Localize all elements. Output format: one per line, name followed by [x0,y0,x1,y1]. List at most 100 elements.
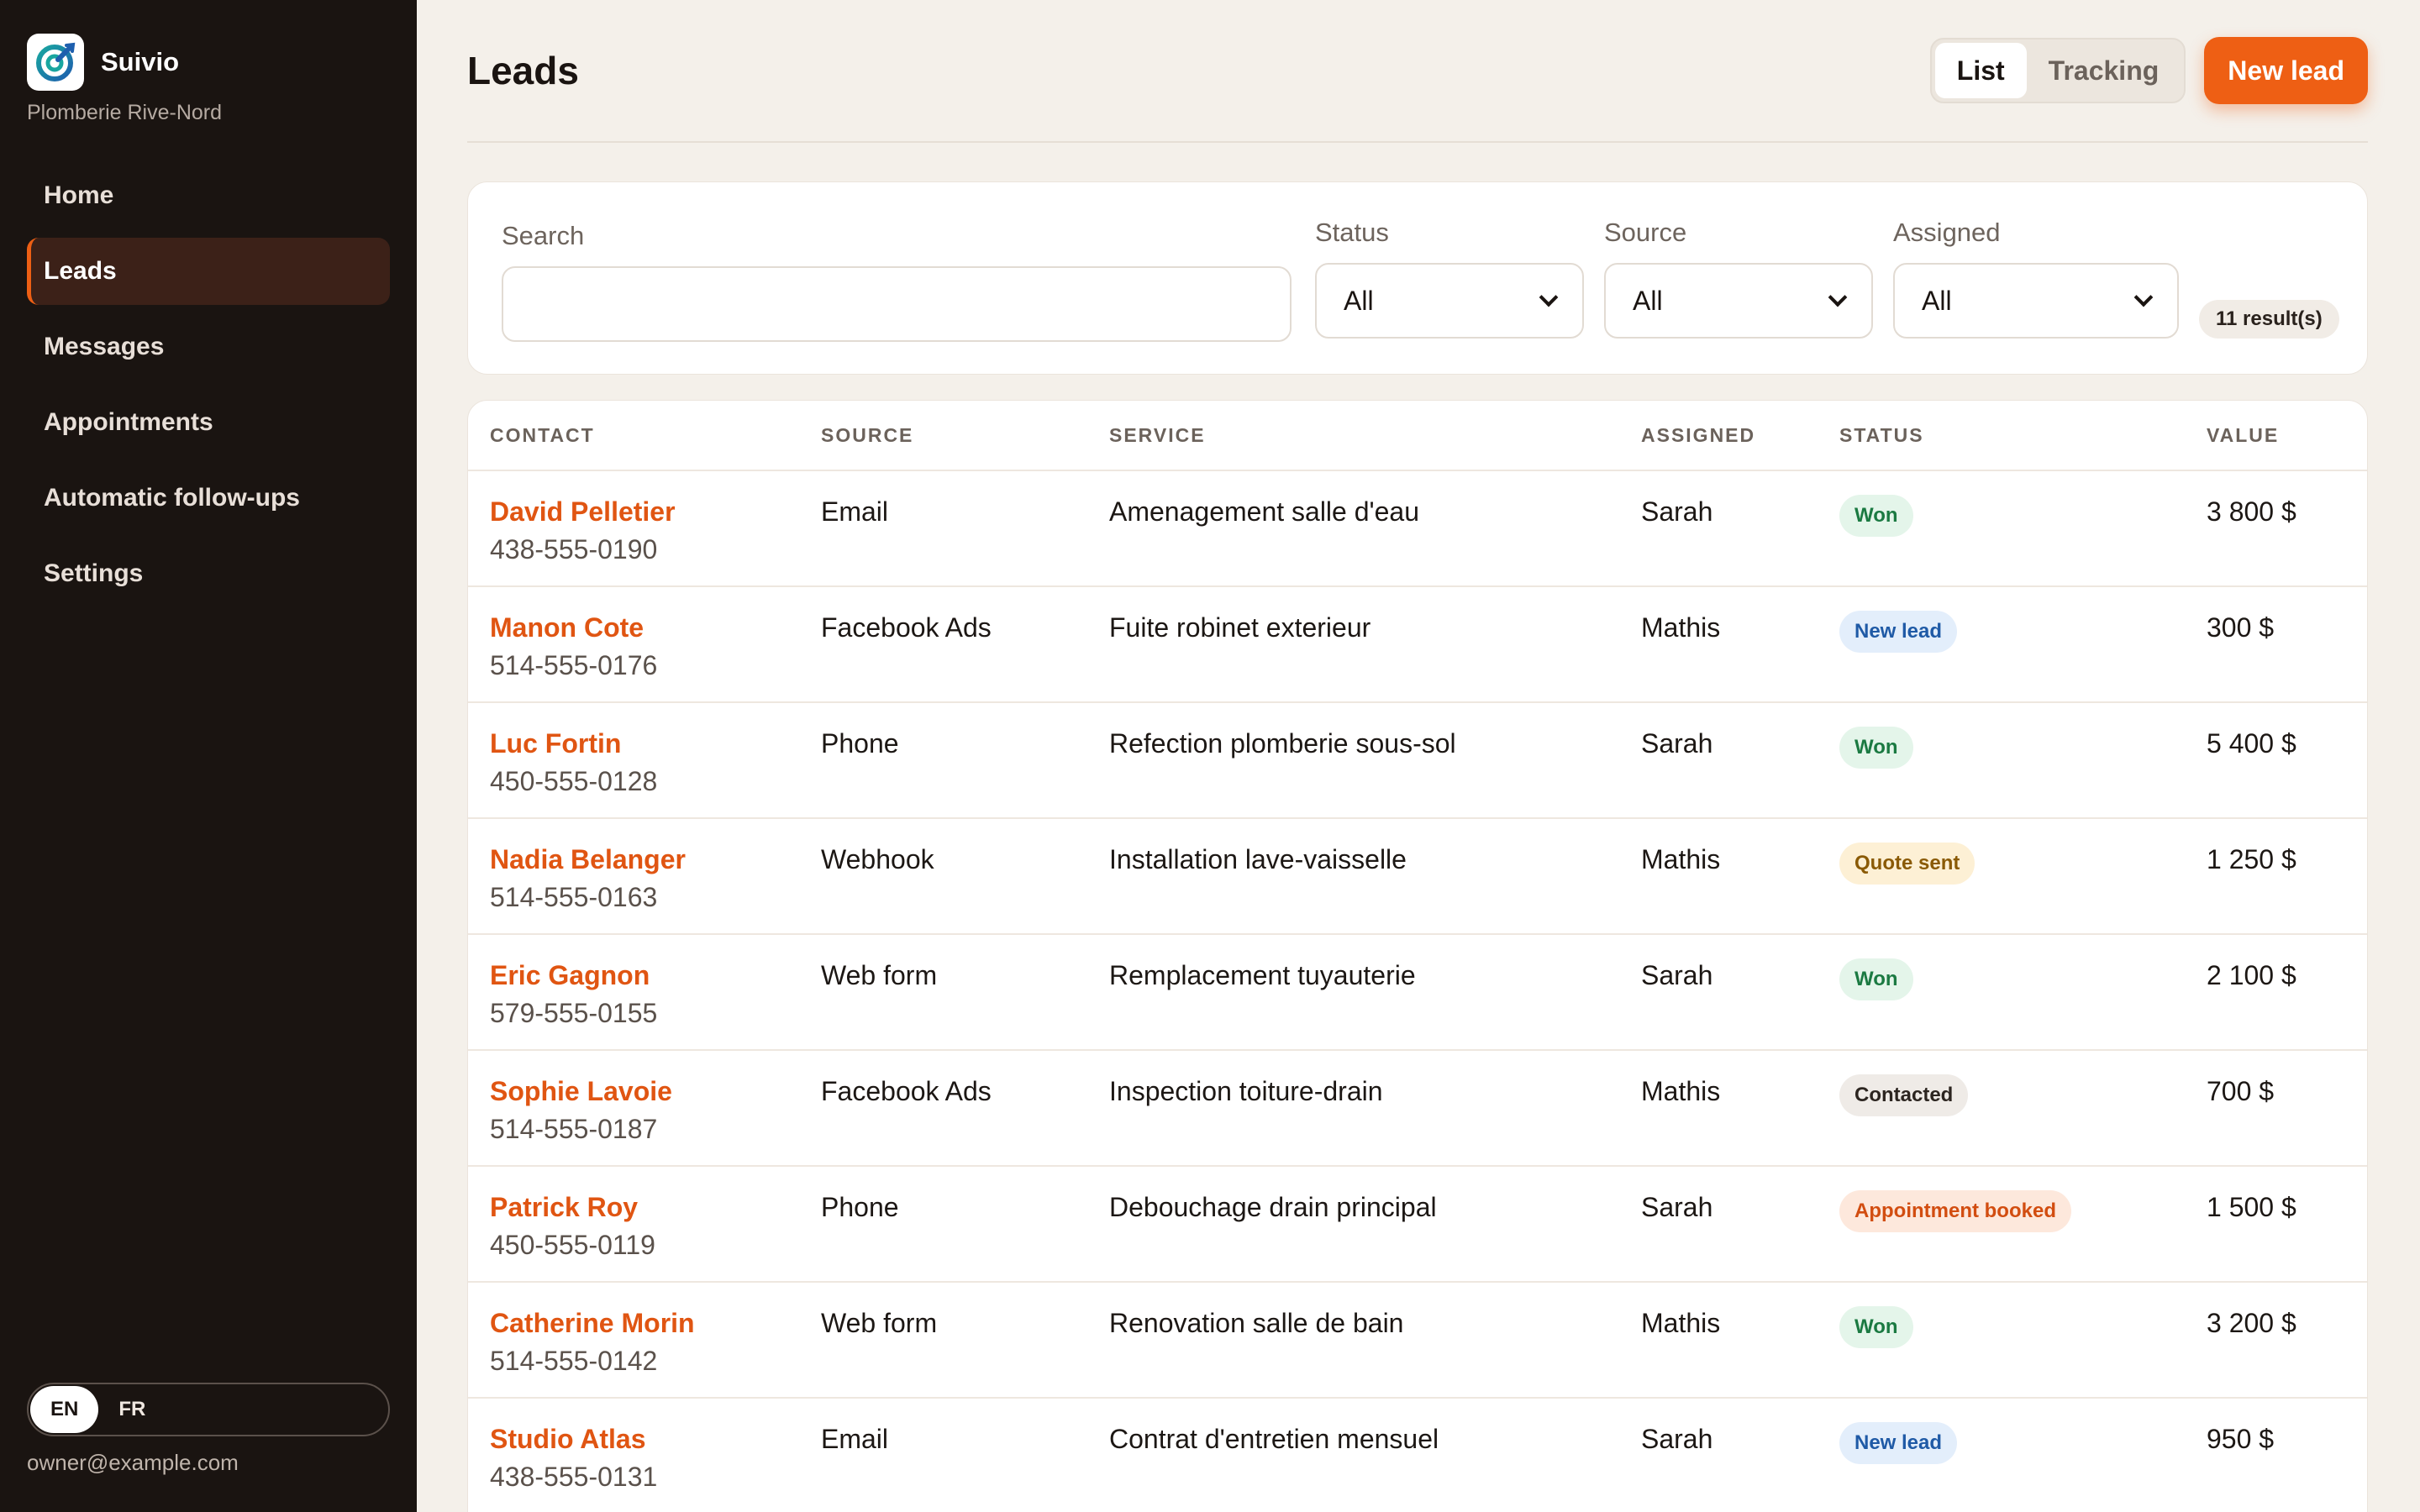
contact-name-link[interactable]: Patrick Roy [490,1192,655,1223]
contact-name-link[interactable]: Nadia Belanger [490,844,686,875]
chevron-down-icon [1539,287,1559,307]
contact-cell: Patrick Roy 450-555-0119 [490,1192,655,1261]
column-header-assigned[interactable]: ASSIGNED [1641,424,1755,447]
assigned-cell: Sarah [1641,1192,1713,1222]
suivio-logo-icon [27,34,84,91]
new-lead-button[interactable]: New lead [2204,37,2368,104]
column-header-contact[interactable]: CONTACT [490,424,595,447]
contact-cell: Luc Fortin 450-555-0128 [490,728,657,797]
contact-cell: Nadia Belanger 514-555-0163 [490,844,686,913]
sidebar-item-settings[interactable]: Settings [27,540,390,607]
service-cell: Installation lave-vaisselle [1109,844,1407,874]
source-filter-label: Source [1604,218,1687,247]
column-header-source[interactable]: SOURCE [821,424,913,447]
status-filter-label: Status [1315,218,1389,247]
value-cell: 1 250 $ [2207,844,2296,874]
table-row[interactable]: Eric Gagnon 579-555-0155 Web form Rempla… [468,935,2367,1051]
contact-name-link[interactable]: Manon Cote [490,612,657,643]
contact-phone: 579-555-0155 [490,998,658,1028]
source-cell: Webhook [821,844,934,874]
assigned-cell: Sarah [1641,496,1713,527]
language-fr-option[interactable]: FR [98,1386,166,1433]
assigned-cell: Mathis [1641,1076,1721,1106]
view-list-button[interactable]: List [1934,43,2027,98]
sidebar-item-messages[interactable]: Messages [27,313,390,381]
table-row[interactable]: Manon Cote 514-555-0176 Facebook Ads Fui… [468,587,2367,703]
chevron-down-icon [1828,287,1848,307]
source-cell: Facebook Ads [821,1076,992,1106]
app-root: Suivio Plomberie Rive-Nord Home Leads Me… [0,0,2420,1512]
search-input[interactable] [502,266,1292,342]
source-cell: Web form [821,1308,938,1338]
status-filter-select[interactable]: All [1315,263,1584,339]
assigned-cell: Sarah [1641,728,1713,759]
source-cell: Web form [821,960,938,990]
source-cell: Facebook Ads [821,612,992,643]
status-filter-value: All [1344,285,1374,316]
column-header-value[interactable]: VALUE [2207,424,2279,447]
contact-name-link[interactable]: Luc Fortin [490,728,657,759]
value-cell: 3 800 $ [2207,496,2296,527]
service-cell: Refection plomberie sous-sol [1109,728,1456,759]
assigned-cell: Sarah [1641,1424,1713,1454]
main-content: Leads List Tracking New lead Search Stat… [417,0,2420,1512]
assigned-cell: Mathis [1641,844,1721,874]
source-cell: Email [821,496,889,527]
contact-cell: Eric Gagnon 579-555-0155 [490,960,657,1029]
status-badge: New lead [1839,611,1958,653]
contact-name-link[interactable]: Studio Atlas [490,1424,657,1455]
view-tracking-button[interactable]: Tracking [2027,43,2181,98]
language-en-option[interactable]: EN [30,1386,99,1433]
assigned-cell: Mathis [1641,612,1721,643]
brand-subtitle: Plomberie Rive-Nord [27,101,223,124]
contact-phone: 438-555-0131 [490,1462,658,1492]
contact-phone: 450-555-0128 [490,766,658,796]
contact-phone: 514-555-0142 [490,1346,658,1376]
brand-name: Suivio [101,47,180,76]
column-header-status[interactable]: STATUS [1839,424,1924,447]
status-badge: Appointment booked [1839,1190,2071,1232]
source-filter-value: All [1633,285,1663,316]
table-row[interactable]: Studio Atlas 438-555-0131 Email Contrat … [468,1399,2367,1512]
service-cell: Debouchage drain principal [1109,1192,1437,1222]
header-actions: List Tracking New lead [1929,37,2368,104]
sidebar-item-home[interactable]: Home [27,162,390,229]
table-body: David Pelletier 438-555-0190 Email Amena… [468,471,2367,1512]
status-badge: New lead [1839,1422,1958,1464]
status-badge: Won [1839,727,1913,769]
sidebar-item-appointments[interactable]: Appointments [27,389,390,456]
service-cell: Remplacement tuyauterie [1109,960,1416,990]
status-badge: Contacted [1839,1074,1969,1116]
value-cell: 5 400 $ [2207,728,2296,759]
value-cell: 700 $ [2207,1076,2275,1106]
view-toggle: List Tracking [1929,38,2186,103]
contact-name-link[interactable]: David Pelletier [490,496,676,528]
contact-name-link[interactable]: Catherine Morin [490,1308,695,1339]
table-row[interactable]: David Pelletier 438-555-0190 Email Amena… [468,471,2367,587]
service-cell: Fuite robinet exterieur [1109,612,1371,643]
search-label: Search [502,221,585,250]
sidebar: Suivio Plomberie Rive-Nord Home Leads Me… [0,0,417,1512]
value-cell: 1 500 $ [2207,1192,2296,1222]
table-row[interactable]: Catherine Morin 514-555-0142 Web form Re… [468,1283,2367,1399]
contact-name-link[interactable]: Sophie Lavoie [490,1076,672,1107]
leads-table: CONTACT SOURCE SERVICE ASSIGNED STATUS V… [467,400,2368,1512]
table-row[interactable]: Luc Fortin 450-555-0128 Phone Refection … [468,703,2367,819]
sidebar-item-automatic-follow-ups[interactable]: Automatic follow-ups [27,465,390,532]
column-header-service[interactable]: SERVICE [1109,424,1206,447]
assigned-filter-value: All [1922,285,1952,316]
contact-phone: 514-555-0187 [490,1114,658,1144]
table-row[interactable]: Nadia Belanger 514-555-0163 Webhook Inst… [468,819,2367,935]
contact-cell: Sophie Lavoie 514-555-0187 [490,1076,672,1145]
source-filter-select[interactable]: All [1604,263,1873,339]
brand: Suivio [27,0,390,91]
page-title: Leads [467,49,579,92]
table-row[interactable]: Patrick Roy 450-555-0119 Phone Debouchag… [468,1167,2367,1283]
table-row[interactable]: Sophie Lavoie 514-555-0187 Facebook Ads … [468,1051,2367,1167]
assigned-cell: Sarah [1641,960,1713,990]
assigned-filter-select[interactable]: All [1893,263,2179,339]
sidebar-item-leads[interactable]: Leads [27,238,390,305]
filters-card: Search Status All Source All Assigned Al… [467,181,2368,375]
contact-name-link[interactable]: Eric Gagnon [490,960,657,991]
value-cell: 300 $ [2207,612,2275,643]
